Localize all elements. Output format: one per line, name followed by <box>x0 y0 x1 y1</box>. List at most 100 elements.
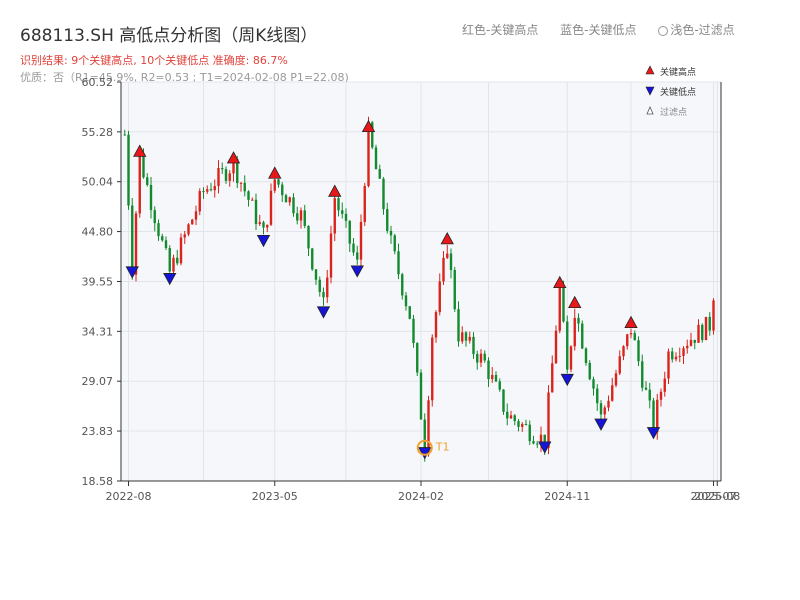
y-tick-label: 18.58 <box>82 475 114 488</box>
candle-body <box>502 389 505 412</box>
x-tick-label: 2025-08 <box>694 490 740 503</box>
candle-body <box>172 257 175 272</box>
candle-body <box>457 309 460 342</box>
candle-body <box>607 400 610 408</box>
candle-body <box>686 345 689 349</box>
candle-body <box>603 407 606 415</box>
candle-body <box>374 147 378 170</box>
candle-body <box>487 360 490 380</box>
candle-body <box>476 354 479 363</box>
candle-body <box>401 274 404 296</box>
candle-body <box>198 191 201 212</box>
candle-body <box>708 316 711 331</box>
candle-body <box>641 361 644 388</box>
y-tick-label: 44.80 <box>82 226 114 239</box>
candle-body <box>648 389 651 401</box>
candle-body <box>468 336 471 341</box>
candle-body <box>513 415 516 422</box>
candle-body <box>479 353 483 363</box>
candle-body <box>127 134 130 206</box>
candle-body <box>442 257 445 282</box>
candle-body <box>524 423 528 425</box>
candle-body <box>663 378 666 392</box>
candle-body <box>318 279 321 292</box>
candle-body <box>494 374 498 382</box>
candle-body <box>344 213 348 221</box>
candle-body <box>164 240 168 249</box>
y-tick-label: 39.55 <box>82 276 114 289</box>
candle-body <box>123 134 126 136</box>
legend-filtered-label: 过滤点 <box>660 106 687 118</box>
candle-body <box>191 219 194 225</box>
candle-body <box>146 177 149 186</box>
candle-body <box>337 198 340 211</box>
candle-body <box>611 385 614 401</box>
candle-body <box>596 388 599 404</box>
candle-body <box>224 169 228 181</box>
candle-body <box>633 333 636 341</box>
candle-body <box>472 336 475 355</box>
candle-body <box>311 248 314 270</box>
candle-body <box>176 257 179 264</box>
candle-body <box>622 346 625 357</box>
candle-body <box>599 403 603 415</box>
x-tick-label: 2024-11 <box>544 490 590 503</box>
candle-body <box>299 210 303 221</box>
candle-body <box>584 348 588 363</box>
candle-body <box>142 154 145 178</box>
legend-high-icon <box>645 65 655 75</box>
x-tick-label: 2023-05 <box>252 490 298 503</box>
candle-body <box>464 332 468 341</box>
candle-body <box>521 423 524 427</box>
candle-body <box>701 324 704 341</box>
candle-body <box>626 334 629 347</box>
candle-body <box>341 210 344 214</box>
y-tick-label: 60.52 <box>82 76 114 89</box>
candle-body <box>168 248 171 272</box>
candle-body <box>562 285 565 322</box>
candle-body <box>461 332 464 342</box>
candle-body <box>547 392 550 448</box>
candle-body <box>206 189 209 192</box>
candle-body <box>269 190 273 225</box>
candle-body <box>551 363 554 393</box>
candle-body <box>431 337 434 401</box>
candle-body <box>382 178 385 210</box>
candle-body <box>209 189 213 191</box>
candle-body <box>378 169 381 179</box>
candle-body <box>667 351 670 379</box>
candle-body <box>644 387 648 390</box>
candle-body <box>183 234 186 238</box>
candle-body <box>491 374 494 380</box>
candle-body <box>153 210 156 224</box>
candle-body <box>228 173 231 181</box>
candle-body <box>438 281 441 313</box>
candle-body <box>404 295 408 307</box>
t1-label: T1 <box>435 441 450 454</box>
candle-body <box>247 191 250 200</box>
candle-body <box>554 330 558 364</box>
candle-body <box>689 339 693 346</box>
candle-body <box>251 199 254 201</box>
candle-body <box>536 443 539 445</box>
candle-body <box>416 343 419 373</box>
candle-body <box>254 199 258 225</box>
candle-body <box>356 252 359 260</box>
candle-body <box>292 197 295 214</box>
candle-body <box>678 355 681 357</box>
candle-body <box>588 362 591 380</box>
candle-body <box>412 318 415 344</box>
candle-body <box>303 210 306 226</box>
candle-body <box>697 324 700 343</box>
candle-body <box>419 372 423 420</box>
candle-body <box>352 243 355 253</box>
candle-body <box>618 356 621 374</box>
candle-body <box>217 167 220 187</box>
candle-body <box>161 236 164 241</box>
candle-body <box>221 167 224 170</box>
candle-body <box>629 333 633 335</box>
candle-body <box>307 225 310 249</box>
candle-body <box>281 184 284 196</box>
candle-body <box>408 306 411 319</box>
candle-body <box>566 321 569 370</box>
